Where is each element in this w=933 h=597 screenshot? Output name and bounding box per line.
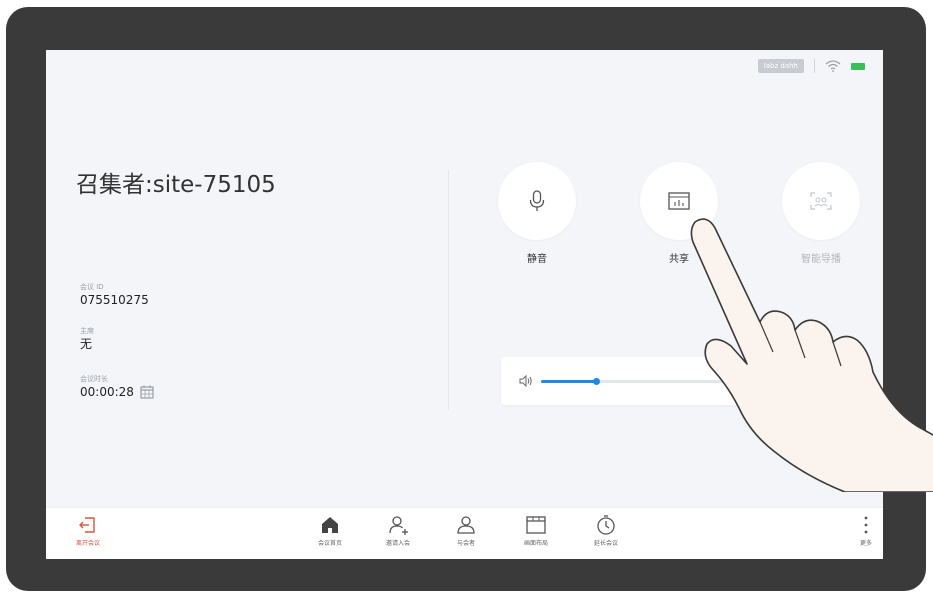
duration-value: 00:00:28 <box>80 385 134 399</box>
layout-label: 画面布局 <box>523 540 548 547</box>
exit-icon <box>79 517 95 533</box>
participants-icon <box>457 516 475 534</box>
invite-label: 邀请入会 <box>385 540 410 547</box>
participants-button[interactable]: 与会者 <box>436 514 496 547</box>
panel-divider <box>448 170 449 410</box>
host-title-text: 召集者:site-75105 <box>76 172 276 198</box>
share-screen-icon <box>668 192 690 210</box>
meeting-home-button[interactable]: 会议首页 <box>300 514 360 547</box>
status-label: labz dahh <box>757 59 804 73</box>
home-icon <box>322 517 338 533</box>
layout-button[interactable]: 画面布局 <box>506 514 566 547</box>
layout-icon <box>526 516 546 534</box>
add-user-icon <box>389 516 408 535</box>
meeting-id-label: 会议 ID <box>80 283 104 291</box>
status-divider <box>814 59 815 73</box>
leave-meeting-label: 离开会议 <box>75 540 100 547</box>
chair-block: 主席 无 <box>80 326 94 352</box>
duration-label: 会议时长 <box>80 375 108 383</box>
more-label: 更多 <box>859 540 872 547</box>
timer-icon <box>597 515 615 535</box>
duration-block: 会议时长 00:00:28 <box>80 374 154 400</box>
calendar-icon[interactable] <box>140 385 154 399</box>
mute-label: 静音 <box>527 254 547 265</box>
microphone-icon <box>529 190 545 211</box>
host-title: 召集者:site-75105 <box>76 165 276 199</box>
smart-director-icon <box>810 192 832 210</box>
mute-circle[interactable] <box>498 162 576 240</box>
invite-button[interactable]: 邀请入会 <box>368 514 428 547</box>
participants-label: 与会者 <box>456 540 475 547</box>
wifi-icon <box>825 60 841 72</box>
meeting-id-value: 075510275 <box>80 293 149 307</box>
chair-value: 无 <box>80 337 93 351</box>
more-icon <box>864 516 868 534</box>
tapping-hand-icon <box>690 218 933 492</box>
meeting-id-block: 会议 ID 075510275 <box>80 282 149 308</box>
status-bar: labz dahh <box>757 56 865 76</box>
extend-meeting-button[interactable]: 延长会议 <box>576 514 636 547</box>
more-button[interactable]: 更多 <box>836 514 883 547</box>
volume-slider-thumb[interactable] <box>592 378 600 385</box>
extend-meeting-label: 延长会议 <box>593 540 618 547</box>
meeting-home-label: 会议首页 <box>317 540 342 547</box>
speaker-icon[interactable] <box>519 374 533 388</box>
volume-slider-fill <box>541 380 596 383</box>
duration-row: 00:00:28 <box>80 384 154 400</box>
leave-meeting-button[interactable]: 离开会议 <box>58 514 118 547</box>
mute-button[interactable]: 静音 <box>492 162 582 265</box>
bottom-toolbar: 离开会议 会议首页 邀请入会 与会者 画面布局 延长会议 更多 <box>46 507 883 559</box>
battery-icon <box>851 62 865 70</box>
chair-label: 主席 <box>80 327 94 335</box>
